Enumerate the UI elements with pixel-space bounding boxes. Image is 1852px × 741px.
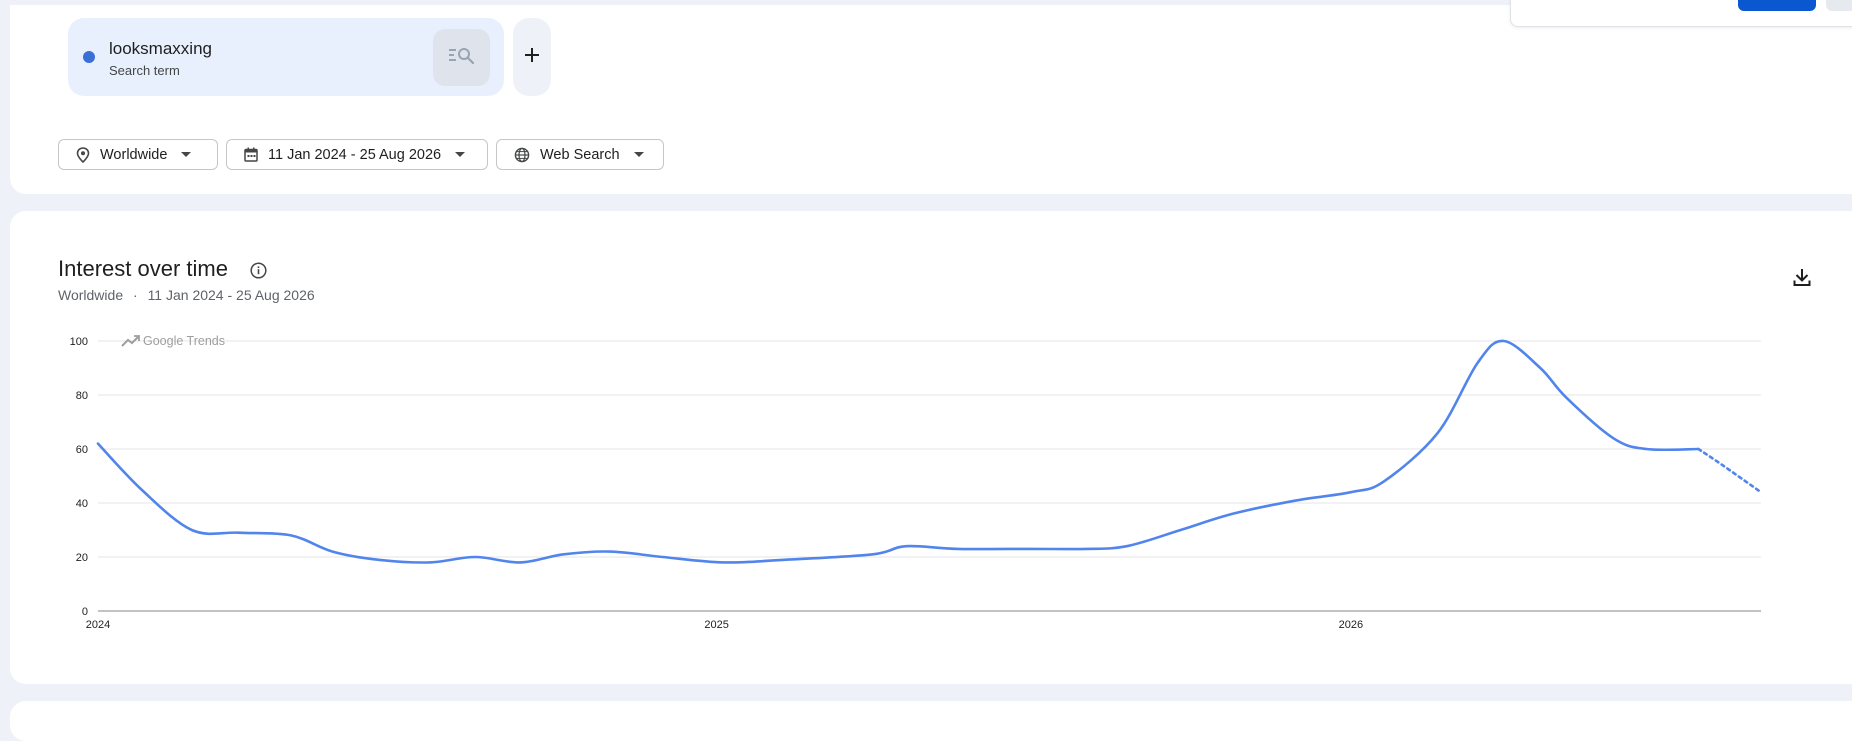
series-line	[96, 339, 1700, 564]
watermark-label: Google Trends	[143, 334, 225, 348]
y-tick-label: 80	[76, 390, 88, 402]
x-tick-label: 2026	[1339, 619, 1363, 631]
y-tick-label: 40	[76, 498, 88, 510]
y-tick-label: 60	[76, 444, 88, 456]
y-tick-label: 20	[76, 552, 88, 564]
series-partial-line	[1697, 447, 1763, 494]
y-tick-label: 0	[82, 606, 88, 618]
y-tick-label: 100	[70, 336, 88, 348]
x-tick-label: 2025	[704, 619, 728, 631]
x-tick-label: 2024	[86, 619, 110, 631]
interest-line-chart: Google Trends 0 20 40 60 80 100 2024 2025 2026	[70, 334, 1763, 631]
